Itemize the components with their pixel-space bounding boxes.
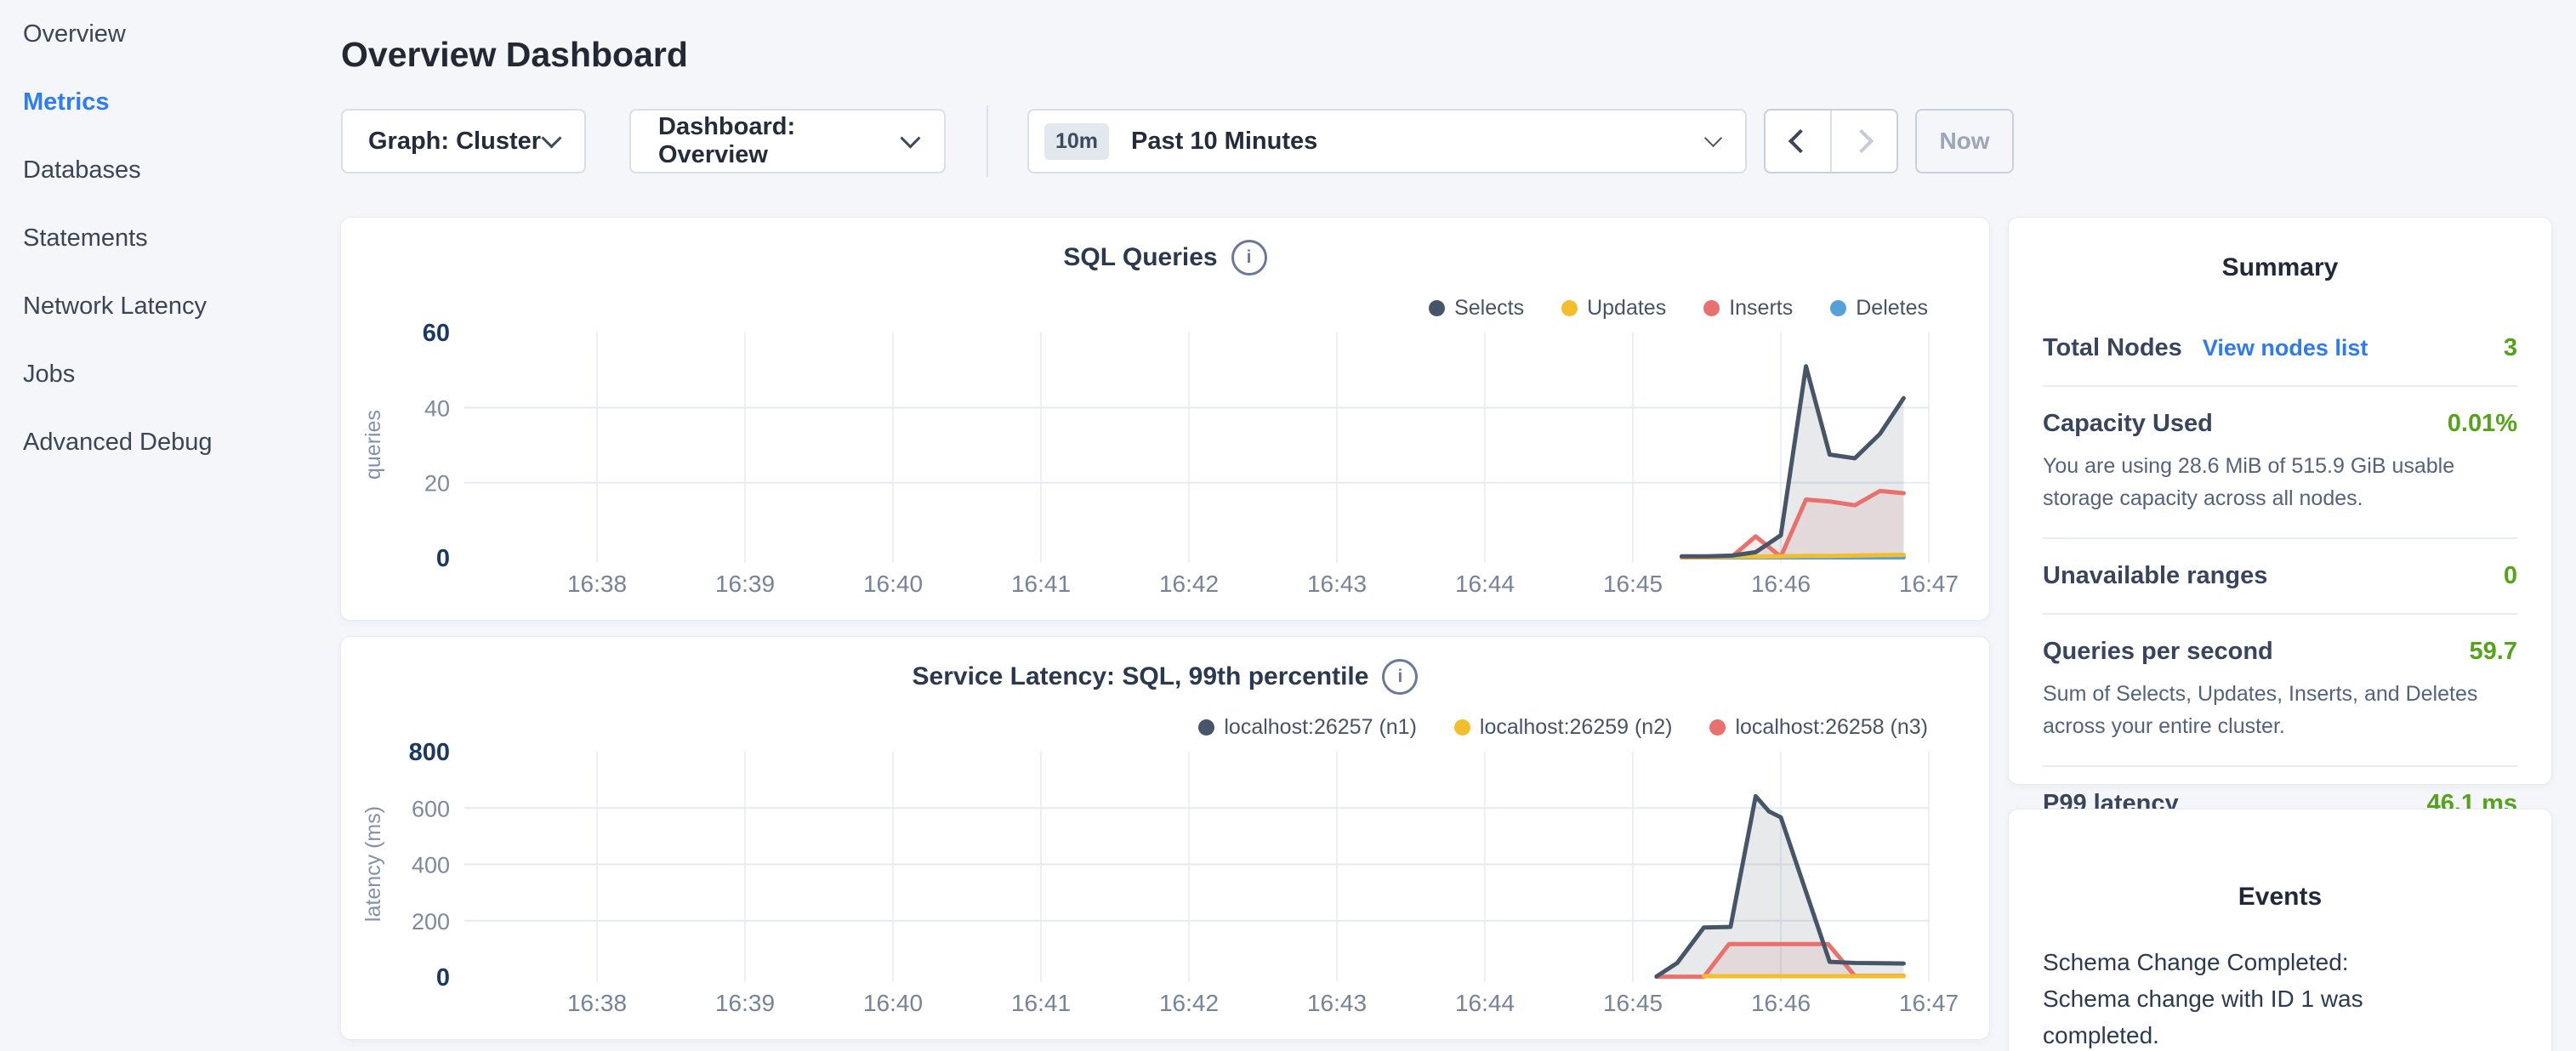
sidebar-nav: OverviewMetricsDatabasesStatementsNetwor… bbox=[23, 0, 321, 476]
view-nodes-list-link[interactable]: View nodes list bbox=[2203, 335, 2368, 361]
x-tick-label: 16:41 bbox=[1011, 990, 1071, 1016]
x-tick-label: 16:39 bbox=[715, 990, 775, 1016]
x-tick-label: 16:43 bbox=[1307, 990, 1367, 1016]
y-tick-label: 200 bbox=[412, 909, 450, 935]
x-tick-label: 16:40 bbox=[863, 571, 923, 597]
page-title: Overview Dashboard bbox=[341, 35, 688, 75]
summary-row-label: Total Nodes bbox=[2043, 334, 2182, 362]
x-tick-label: 16:45 bbox=[1603, 990, 1663, 1016]
summary-row-description: You are using 28.6 MiB of 515.9 GiB usab… bbox=[2043, 450, 2517, 514]
x-tick-label: 16:39 bbox=[715, 571, 775, 597]
summary-panel: Summary Total Nodes View nodes list 3 Capac… bbox=[2008, 217, 2552, 785]
summary-row-label: Unavailable ranges bbox=[2043, 562, 2267, 590]
now-button[interactable]: Now bbox=[1915, 109, 2014, 173]
chevron-down-icon bbox=[1704, 128, 1722, 146]
dashboard-dropdown[interactable]: Dashboard: Overview bbox=[629, 109, 946, 173]
chart-plot-1[interactable]: 16:38 16:39 16:40 16:41 16:42 16:43 16:44 16:45… bbox=[341, 637, 1991, 1041]
x-tick-label: 16:44 bbox=[1455, 571, 1515, 597]
events-heading: Events bbox=[2043, 883, 2517, 912]
dashboard-dropdown-label: Dashboard: Overview bbox=[658, 113, 903, 169]
chevron-left-icon bbox=[1788, 129, 1812, 153]
sidebar-item-network-latency[interactable]: Network Latency bbox=[23, 272, 321, 340]
y-tick-label: 0 bbox=[436, 545, 450, 572]
controls-divider bbox=[987, 105, 988, 177]
chevron-right-icon bbox=[1850, 129, 1874, 153]
events-list: Schema Change Completed: Schema change w… bbox=[2043, 944, 2517, 1051]
x-tick-label: 16:44 bbox=[1455, 990, 1515, 1016]
x-tick-label: 16:47 bbox=[1899, 990, 1959, 1016]
y-axis-title: latency (ms) bbox=[361, 806, 385, 922]
summary-row: Queries per second 59.7 Sum of Selects, Up… bbox=[2043, 615, 2517, 767]
summary-row: Unavailable ranges 0 bbox=[2043, 539, 2517, 615]
time-range-select[interactable]: 10m Past 10 Minutes bbox=[1027, 109, 1747, 173]
y-tick-label: 60 bbox=[423, 320, 450, 347]
summary-row-label: Capacity Used bbox=[2043, 410, 2213, 438]
event-item: Schema Change Completed: Schema change w… bbox=[2043, 944, 2517, 1051]
y-tick-label: 0 bbox=[436, 964, 450, 991]
service-latency-chart-card: Service Latency: SQL, 99th percentile i … bbox=[340, 636, 1990, 1040]
x-tick-label: 16:38 bbox=[567, 571, 627, 597]
y-tick-label: 20 bbox=[424, 471, 450, 497]
sql-queries-chart-card: SQL Queries i SelectsUpdatesInsertsDelet… bbox=[340, 217, 1990, 621]
time-range-badge: 10m bbox=[1044, 123, 1109, 160]
y-tick-label: 400 bbox=[412, 853, 450, 878]
time-prev-button[interactable] bbox=[1766, 111, 1832, 172]
sidebar-item-databases[interactable]: Databases bbox=[23, 136, 321, 204]
x-tick-label: 16:41 bbox=[1011, 571, 1071, 597]
x-tick-label: 16:45 bbox=[1603, 571, 1663, 597]
y-axis-title: queries bbox=[361, 410, 385, 480]
events-panel: Events Schema Change Completed: Schema c… bbox=[2008, 809, 2552, 1051]
time-step-buttons bbox=[1764, 109, 1898, 173]
y-tick-label: 800 bbox=[409, 739, 450, 766]
chart-plot-0[interactable]: 16:38 16:39 16:40 16:41 16:42 16:43 16:44 16:45… bbox=[341, 218, 1991, 622]
summary-rows: Total Nodes View nodes list 3 Capacity Used… bbox=[2043, 311, 2517, 841]
x-tick-label: 16:42 bbox=[1159, 571, 1219, 597]
metrics-page: OverviewMetricsDatabasesStatementsNetwor… bbox=[0, 0, 2576, 1051]
x-tick-label: 16:40 bbox=[863, 990, 923, 1016]
summary-row: Total Nodes View nodes list 3 bbox=[2043, 311, 2517, 387]
y-tick-label: 600 bbox=[412, 796, 450, 821]
sidebar-items: OverviewMetricsDatabasesStatementsNetwor… bbox=[23, 0, 321, 476]
graph-dropdown-label: Graph: Cluster bbox=[368, 128, 541, 156]
time-range-label: Past 10 Minutes bbox=[1131, 128, 1317, 156]
sidebar-item-statements[interactable]: Statements bbox=[23, 204, 321, 272]
summary-row-label: Queries per second bbox=[2043, 638, 2273, 666]
x-tick-label: 16:38 bbox=[567, 990, 627, 1016]
x-tick-label: 16:47 bbox=[1899, 571, 1959, 597]
time-next-button[interactable] bbox=[1832, 111, 1896, 172]
y-tick-label: 40 bbox=[424, 395, 450, 421]
summary-row-value: 3 bbox=[2504, 334, 2517, 362]
graph-dropdown[interactable]: Graph: Cluster bbox=[341, 109, 586, 173]
summary-row-value: 0 bbox=[2504, 562, 2517, 590]
summary-row-description: Sum of Selects, Updates, Inserts, and De… bbox=[2043, 678, 2517, 742]
summary-row-value: 0.01% bbox=[2448, 410, 2517, 438]
sidebar-item-advanced-debug[interactable]: Advanced Debug bbox=[23, 408, 321, 476]
chevron-down-icon bbox=[541, 128, 561, 148]
sidebar-item-jobs[interactable]: Jobs bbox=[23, 340, 321, 408]
x-tick-label: 16:43 bbox=[1307, 571, 1367, 597]
x-tick-label: 16:46 bbox=[1751, 990, 1811, 1016]
sidebar-item-overview[interactable]: Overview bbox=[23, 0, 321, 68]
summary-row-value: 59.7 bbox=[2470, 638, 2517, 666]
sidebar-item-metrics[interactable]: Metrics bbox=[23, 68, 321, 136]
x-tick-label: 16:46 bbox=[1751, 571, 1811, 597]
event-text: Schema Change Completed: Schema change w… bbox=[2043, 944, 2404, 1051]
x-tick-label: 16:42 bbox=[1159, 990, 1219, 1016]
summary-heading: Summary bbox=[2043, 253, 2517, 282]
summary-row: Capacity Used 0.01% You are using 28.6 MiB… bbox=[2043, 387, 2517, 539]
